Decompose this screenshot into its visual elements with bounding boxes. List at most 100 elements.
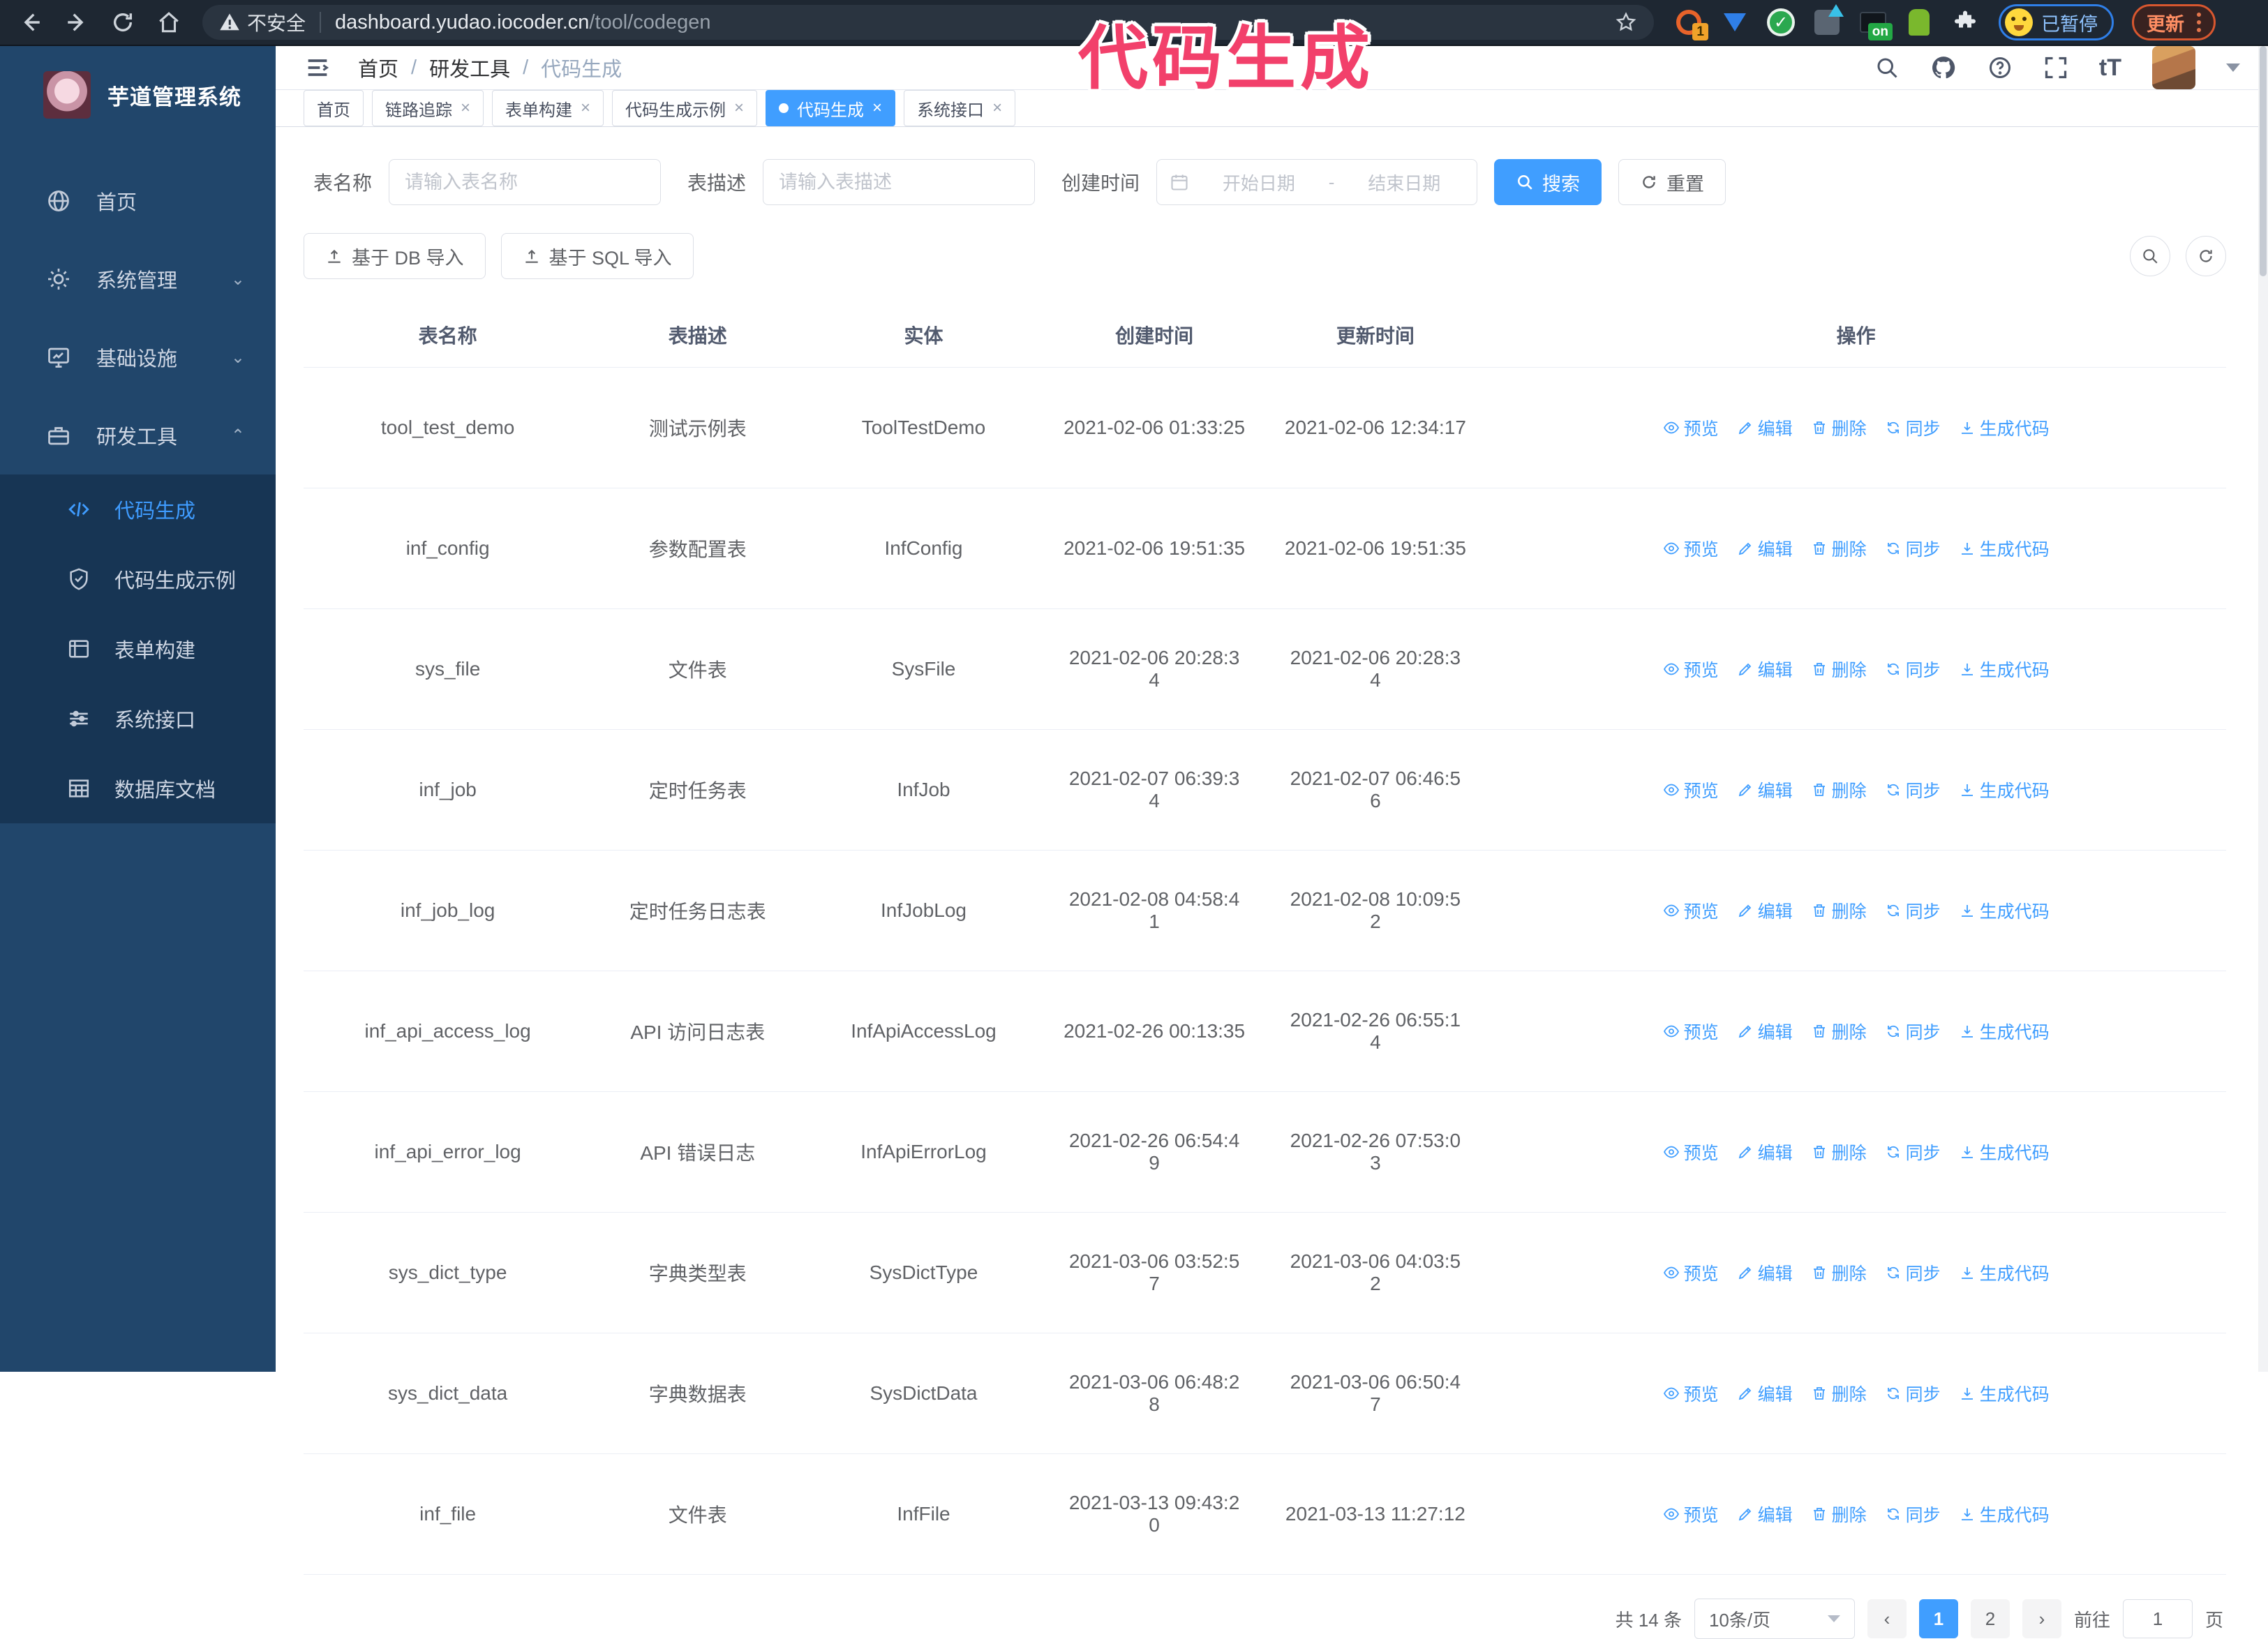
- browser-menu-icon[interactable]: [2197, 13, 2201, 32]
- sync-link[interactable]: 同步: [1885, 1139, 1941, 1165]
- delete-link[interactable]: 删除: [1811, 898, 1867, 923]
- generate-code-link[interactable]: 生成代码: [1959, 777, 2050, 802]
- sync-link[interactable]: 同步: [1885, 898, 1941, 923]
- delete-link[interactable]: 删除: [1811, 1502, 1867, 1527]
- generate-code-link[interactable]: 生成代码: [1959, 1019, 2050, 1044]
- user-avatar[interactable]: [2152, 46, 2195, 89]
- edit-link[interactable]: 编辑: [1737, 415, 1793, 440]
- delete-link[interactable]: 删除: [1811, 1019, 1867, 1044]
- delete-link[interactable]: 删除: [1811, 1139, 1867, 1165]
- preview-link[interactable]: 预览: [1663, 1139, 1719, 1165]
- extension-check-icon[interactable]: ✓: [1767, 8, 1795, 36]
- generate-code-link[interactable]: 生成代码: [1959, 415, 2050, 440]
- sidebar-item-codegen-example[interactable]: 代码生成示例: [0, 544, 276, 614]
- sync-link[interactable]: 同步: [1885, 415, 1941, 440]
- preview-link[interactable]: 预览: [1663, 657, 1719, 682]
- sync-link[interactable]: 同步: [1885, 1260, 1941, 1285]
- sync-link[interactable]: 同步: [1885, 777, 1941, 802]
- generate-code-link[interactable]: 生成代码: [1959, 1139, 2050, 1165]
- extension-figure-icon[interactable]: [1905, 8, 1933, 36]
- font-size-icon[interactable]: tT: [2099, 54, 2121, 82]
- tab-system-api[interactable]: 系统接口 ×: [904, 90, 1016, 126]
- edit-link[interactable]: 编辑: [1737, 898, 1793, 923]
- extension-gem-icon[interactable]: [1721, 8, 1749, 36]
- sidebar-logo[interactable]: 芋道管理系统: [0, 46, 276, 144]
- delete-link[interactable]: 删除: [1811, 536, 1867, 561]
- tab-tracing[interactable]: 链路追踪 ×: [372, 90, 484, 126]
- scrollbar-thumb[interactable]: [2260, 46, 2267, 276]
- generate-code-link[interactable]: 生成代码: [1959, 1502, 2050, 1527]
- page-scrollbar[interactable]: [2258, 46, 2268, 1372]
- sync-link[interactable]: 同步: [1885, 1502, 1941, 1527]
- browser-forward-button[interactable]: [61, 7, 92, 38]
- edit-link[interactable]: 编辑: [1737, 657, 1793, 682]
- github-icon[interactable]: [1930, 54, 1957, 81]
- extension-dark-icon[interactable]: on: [1859, 8, 1893, 40]
- generate-code-link[interactable]: 生成代码: [1959, 1260, 2050, 1285]
- sidebar-item-system[interactable]: 系统管理 ⌄: [0, 240, 276, 318]
- tab-home[interactable]: 首页: [304, 90, 364, 126]
- table-name-input[interactable]: [389, 159, 662, 205]
- delete-link[interactable]: 删除: [1811, 415, 1867, 440]
- page-button-2[interactable]: 2: [1970, 1599, 2010, 1638]
- generate-code-link[interactable]: 生成代码: [1959, 657, 2050, 682]
- generate-code-link[interactable]: 生成代码: [1959, 536, 2050, 561]
- sidebar-item-system-api[interactable]: 系统接口: [0, 684, 276, 754]
- preview-link[interactable]: 预览: [1663, 536, 1719, 561]
- breadcrumb-home[interactable]: 首页: [358, 53, 398, 82]
- extension-orange-icon[interactable]: 1: [1675, 8, 1708, 40]
- prev-page-button[interactable]: ‹: [1867, 1599, 1907, 1638]
- reset-button[interactable]: 重置: [1618, 159, 1726, 205]
- edit-link[interactable]: 编辑: [1737, 1502, 1793, 1527]
- browser-update-button[interactable]: 更新: [2132, 4, 2216, 40]
- sidebar-item-infra[interactable]: 基础设施 ⌄: [0, 318, 276, 396]
- sync-link[interactable]: 同步: [1885, 536, 1941, 561]
- import-sql-button[interactable]: 基于 SQL 导入: [500, 233, 694, 279]
- sidebar-item-home[interactable]: 首页: [0, 162, 276, 240]
- tab-form-builder[interactable]: 表单构建 ×: [492, 90, 604, 126]
- preview-link[interactable]: 预览: [1663, 777, 1719, 802]
- tab-codegen[interactable]: 代码生成 ×: [766, 90, 896, 126]
- browser-home-button[interactable]: [154, 7, 184, 38]
- security-warning[interactable]: 不安全: [219, 8, 306, 36]
- page-button-1[interactable]: 1: [1918, 1599, 1958, 1638]
- edit-link[interactable]: 编辑: [1737, 536, 1793, 561]
- goto-page-input[interactable]: [2122, 1599, 2193, 1638]
- browser-back-button[interactable]: [15, 7, 46, 38]
- fullscreen-icon[interactable]: [2043, 55, 2068, 80]
- sync-link[interactable]: 同步: [1885, 1019, 1941, 1044]
- close-icon[interactable]: ×: [734, 98, 744, 118]
- delete-link[interactable]: 删除: [1811, 657, 1867, 682]
- sync-link[interactable]: 同步: [1885, 1381, 1941, 1406]
- preview-link[interactable]: 预览: [1663, 1502, 1719, 1527]
- edit-link[interactable]: 编辑: [1737, 777, 1793, 802]
- page-size-select[interactable]: 10条/页: [1694, 1599, 1855, 1639]
- delete-link[interactable]: 删除: [1811, 1260, 1867, 1285]
- sidebar-item-codegen[interactable]: 代码生成: [0, 474, 276, 544]
- generate-code-link[interactable]: 生成代码: [1959, 898, 2050, 923]
- search-icon[interactable]: [1874, 55, 1900, 80]
- preview-link[interactable]: 预览: [1663, 1260, 1719, 1285]
- browser-reload-button[interactable]: [107, 7, 138, 38]
- edit-link[interactable]: 编辑: [1737, 1260, 1793, 1285]
- browser-profile-chip[interactable]: 已暂停: [1999, 4, 2114, 40]
- delete-link[interactable]: 删除: [1811, 777, 1867, 802]
- bookmark-star-icon[interactable]: [1615, 11, 1637, 33]
- search-button[interactable]: 搜索: [1494, 159, 1602, 205]
- preview-link[interactable]: 预览: [1663, 1381, 1719, 1406]
- date-range-picker[interactable]: 开始日期 - 结束日期: [1156, 159, 1478, 205]
- edit-link[interactable]: 编辑: [1737, 1019, 1793, 1044]
- refresh-table-button[interactable]: [2186, 236, 2226, 276]
- edit-link[interactable]: 编辑: [1737, 1139, 1793, 1165]
- tab-codegen-example[interactable]: 代码生成示例 ×: [612, 90, 758, 126]
- close-icon[interactable]: ×: [872, 98, 882, 118]
- breadcrumb-devtools[interactable]: 研发工具: [429, 53, 510, 82]
- preview-link[interactable]: 预览: [1663, 415, 1719, 440]
- help-icon[interactable]: [1987, 55, 2013, 80]
- preview-link[interactable]: 预览: [1663, 1019, 1719, 1044]
- edit-link[interactable]: 编辑: [1737, 1381, 1793, 1406]
- collapse-menu-icon[interactable]: [304, 54, 331, 82]
- sidebar-item-db-doc[interactable]: 数据库文档: [0, 754, 276, 823]
- preview-link[interactable]: 预览: [1663, 898, 1719, 923]
- address-bar[interactable]: 不安全 dashboard.yudao.iocoder.cn/tool/code…: [202, 5, 1654, 40]
